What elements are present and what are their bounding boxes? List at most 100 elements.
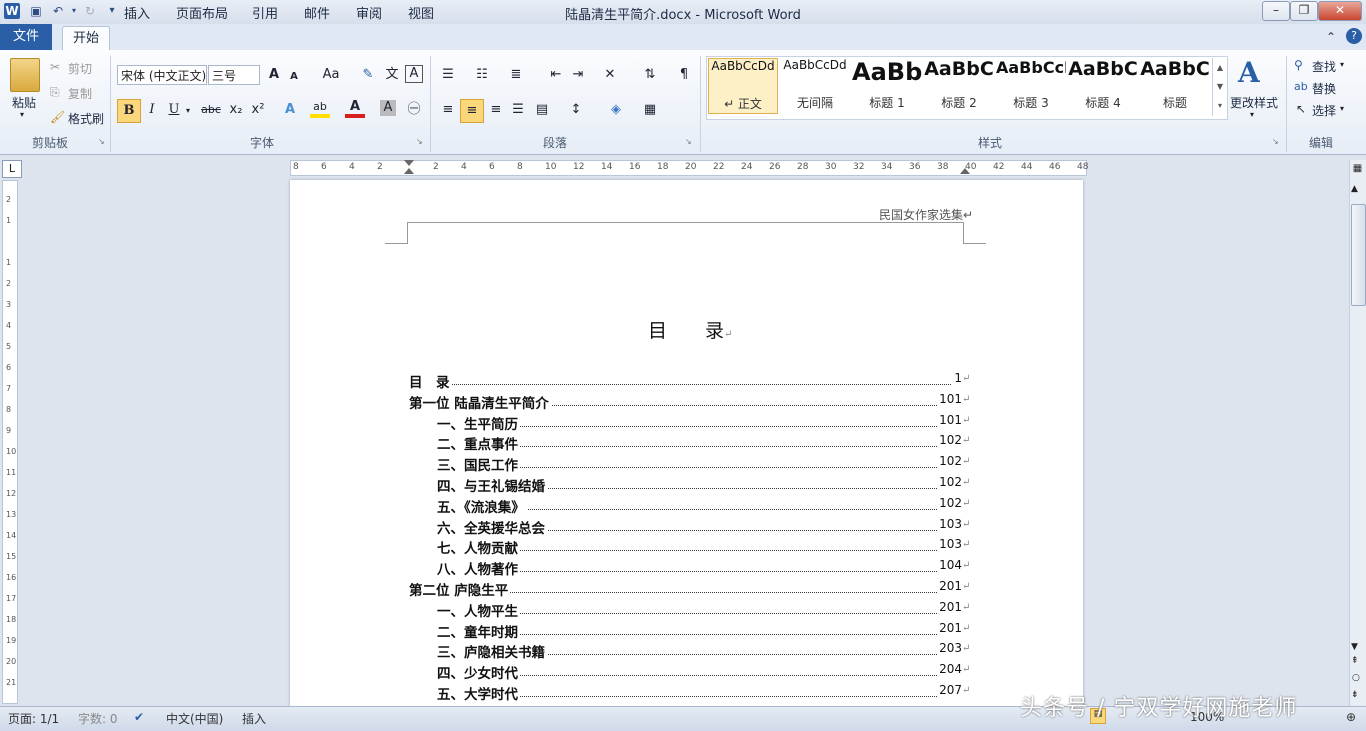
- zoom-in-icon[interactable]: ⊕: [1346, 710, 1356, 724]
- scroll-down-arrow[interactable]: ▼: [1351, 642, 1358, 652]
- language-status[interactable]: 中文(中国): [166, 710, 223, 727]
- change-styles-icon[interactable]: A: [1238, 56, 1260, 89]
- copy-button[interactable]: 复制: [68, 85, 92, 102]
- tab-review[interactable]: 审阅: [348, 4, 390, 26]
- bullets-icon[interactable]: ☰: [438, 65, 458, 85]
- shrink-font-button[interactable]: A: [284, 67, 304, 87]
- tab-mailings[interactable]: 邮件: [296, 4, 338, 26]
- tab-page-layout[interactable]: 页面布局: [168, 4, 236, 26]
- tab-references[interactable]: 引用: [244, 4, 286, 26]
- hanging-indent-marker[interactable]: [404, 168, 414, 174]
- scroll-thumb[interactable]: [1351, 204, 1366, 306]
- minimize-ribbon-icon[interactable]: ⌃: [1326, 30, 1336, 44]
- word-count-status[interactable]: 字数: 0: [78, 710, 118, 727]
- toc-entry[interactable]: 第一位 陆晶清生平简介 101 ↵: [0, 391, 1000, 413]
- toc-entry[interactable]: 四、与王礼锡结婚 102 ↵: [0, 475, 1000, 496]
- chinese-layout-icon[interactable]: ✕: [600, 65, 620, 85]
- tab-insert[interactable]: 插入: [116, 4, 158, 26]
- maximize-button[interactable]: ❐: [1290, 1, 1318, 21]
- toc-entry[interactable]: 七、人物贡献 103 ↵: [0, 537, 1000, 558]
- toc-entry[interactable]: 五、大学时代 207 ↵: [0, 683, 1000, 704]
- toc-entry[interactable]: 四、少女时代 204 ↵: [0, 662, 1000, 683]
- justify-icon[interactable]: ☰: [508, 100, 528, 120]
- cut-button[interactable]: 剪切: [68, 60, 92, 77]
- sort-icon[interactable]: ⇅: [640, 65, 660, 85]
- align-right-icon[interactable]: ≡: [486, 100, 506, 120]
- toc-entry[interactable]: 二、童年时期 201 ↵: [0, 620, 1000, 642]
- toc-entry[interactable]: 五、《流浪集》 102 ↵: [0, 495, 1000, 517]
- decrease-indent-icon[interactable]: ⇤: [546, 65, 566, 85]
- replace-button[interactable]: 替换: [1312, 80, 1336, 97]
- toc-entry[interactable]: 三、国民工作 102 ↵: [0, 454, 1000, 475]
- enclose-char-icon[interactable]: ㊀: [404, 100, 424, 120]
- scroll-up-arrow[interactable]: ▲: [1351, 184, 1358, 194]
- strikethrough-button[interactable]: abc: [198, 100, 224, 120]
- toc-entry[interactable]: 三、庐隐相关书籍 203 ↵: [0, 641, 1000, 662]
- minimize-button[interactable]: –: [1262, 1, 1290, 21]
- underline-dropdown-icon[interactable]: ▾: [186, 106, 190, 115]
- align-left-icon[interactable]: ≡: [438, 100, 458, 120]
- font-name-combo[interactable]: 宋体 (中文正文): [117, 65, 207, 85]
- numbering-icon[interactable]: ☷: [472, 65, 492, 85]
- borders-icon[interactable]: ▦: [640, 100, 660, 120]
- tab-selector[interactable]: L: [2, 160, 22, 178]
- tab-view[interactable]: 视图: [400, 4, 442, 26]
- font-size-combo[interactable]: 三号: [208, 65, 260, 85]
- style-item[interactable]: AaBbC 标题 4: [1068, 58, 1138, 114]
- show-marks-icon[interactable]: ¶: [674, 65, 694, 85]
- text-effects-icon[interactable]: A: [280, 100, 300, 120]
- styles-scroll[interactable]: ▲ ▼ ▾: [1212, 58, 1227, 116]
- highlight-button[interactable]: ab: [310, 100, 330, 118]
- insert-mode-status[interactable]: 插入: [242, 710, 266, 727]
- bold-button[interactable]: B: [117, 99, 141, 123]
- toc-entry[interactable]: 一、人物平生 201 ↵: [0, 599, 1000, 621]
- char-border-button[interactable]: A: [405, 65, 423, 83]
- style-item[interactable]: AaBbC 标题: [1140, 58, 1210, 114]
- paste-dropdown-icon[interactable]: ▾: [20, 110, 24, 119]
- toc-entry[interactable]: 一、生平简历 101 ↵: [0, 412, 1000, 434]
- phonetic-guide-button[interactable]: 文: [382, 65, 402, 85]
- select-browse-object-icon[interactable]: ○: [1352, 673, 1360, 683]
- toc-entry[interactable]: 六、全英援华总会 103 ↵: [0, 516, 1000, 538]
- toc-entry[interactable]: 第二位 庐隐生平 201 ↵: [0, 579, 1000, 600]
- next-page-icon[interactable]: ⇟: [1351, 690, 1359, 700]
- clipboard-launcher-icon[interactable]: ↘: [98, 137, 105, 146]
- find-dropdown-icon[interactable]: ▾: [1340, 60, 1344, 69]
- style-item[interactable]: AaBbC 标题 2: [924, 58, 994, 114]
- paragraph-launcher-icon[interactable]: ↘: [685, 137, 692, 146]
- page-count-status[interactable]: 页面: 1/1: [8, 710, 59, 727]
- grow-font-button[interactable]: A: [264, 65, 284, 85]
- select-button[interactable]: 选择: [1312, 102, 1336, 119]
- paste-button[interactable]: 粘贴: [12, 94, 36, 111]
- tab-home[interactable]: 开始: [62, 26, 111, 51]
- style-item[interactable]: AaBbCcI 标题 3: [996, 58, 1066, 114]
- distributed-icon[interactable]: ▤: [532, 100, 552, 120]
- help-icon[interactable]: ?: [1346, 28, 1362, 44]
- paste-icon[interactable]: [10, 58, 40, 92]
- style-item[interactable]: AaBbCcDd ↵ 正文: [708, 58, 778, 114]
- change-case-button[interactable]: Aa: [318, 65, 344, 85]
- style-item[interactable]: AaBb 标题 1: [852, 58, 922, 114]
- select-dropdown-icon[interactable]: ▾: [1340, 104, 1344, 113]
- superscript-button[interactable]: x²: [248, 100, 268, 120]
- italic-button[interactable]: I: [142, 100, 162, 120]
- underline-button[interactable]: U: [164, 100, 184, 120]
- shading-icon[interactable]: ◈: [606, 100, 626, 120]
- clear-formatting-icon[interactable]: ✎: [358, 65, 378, 85]
- align-center-icon[interactable]: ≡: [460, 99, 484, 123]
- close-button[interactable]: ✕: [1318, 1, 1362, 21]
- change-styles-dropdown-icon[interactable]: ▾: [1250, 110, 1254, 119]
- subscript-button[interactable]: x₂: [226, 100, 246, 120]
- styles-launcher-icon[interactable]: ↘: [1272, 137, 1279, 146]
- line-spacing-icon[interactable]: ↕: [566, 100, 586, 120]
- style-item[interactable]: AaBbCcDd 无间隔: [780, 58, 850, 114]
- first-line-indent-marker[interactable]: [404, 160, 414, 166]
- previous-page-icon[interactable]: ⇞: [1351, 656, 1359, 666]
- format-painter-button[interactable]: 格式刷: [68, 110, 104, 127]
- multilevel-list-icon[interactable]: ≣: [506, 65, 526, 85]
- ruler-view-icon[interactable]: ▦: [1351, 163, 1364, 177]
- proofing-icon[interactable]: ✔: [134, 710, 144, 724]
- find-button[interactable]: 查找: [1312, 58, 1336, 75]
- toc-entry[interactable]: 八、人物著作 104 ↵: [0, 558, 1000, 579]
- char-shading-button[interactable]: A: [380, 100, 396, 116]
